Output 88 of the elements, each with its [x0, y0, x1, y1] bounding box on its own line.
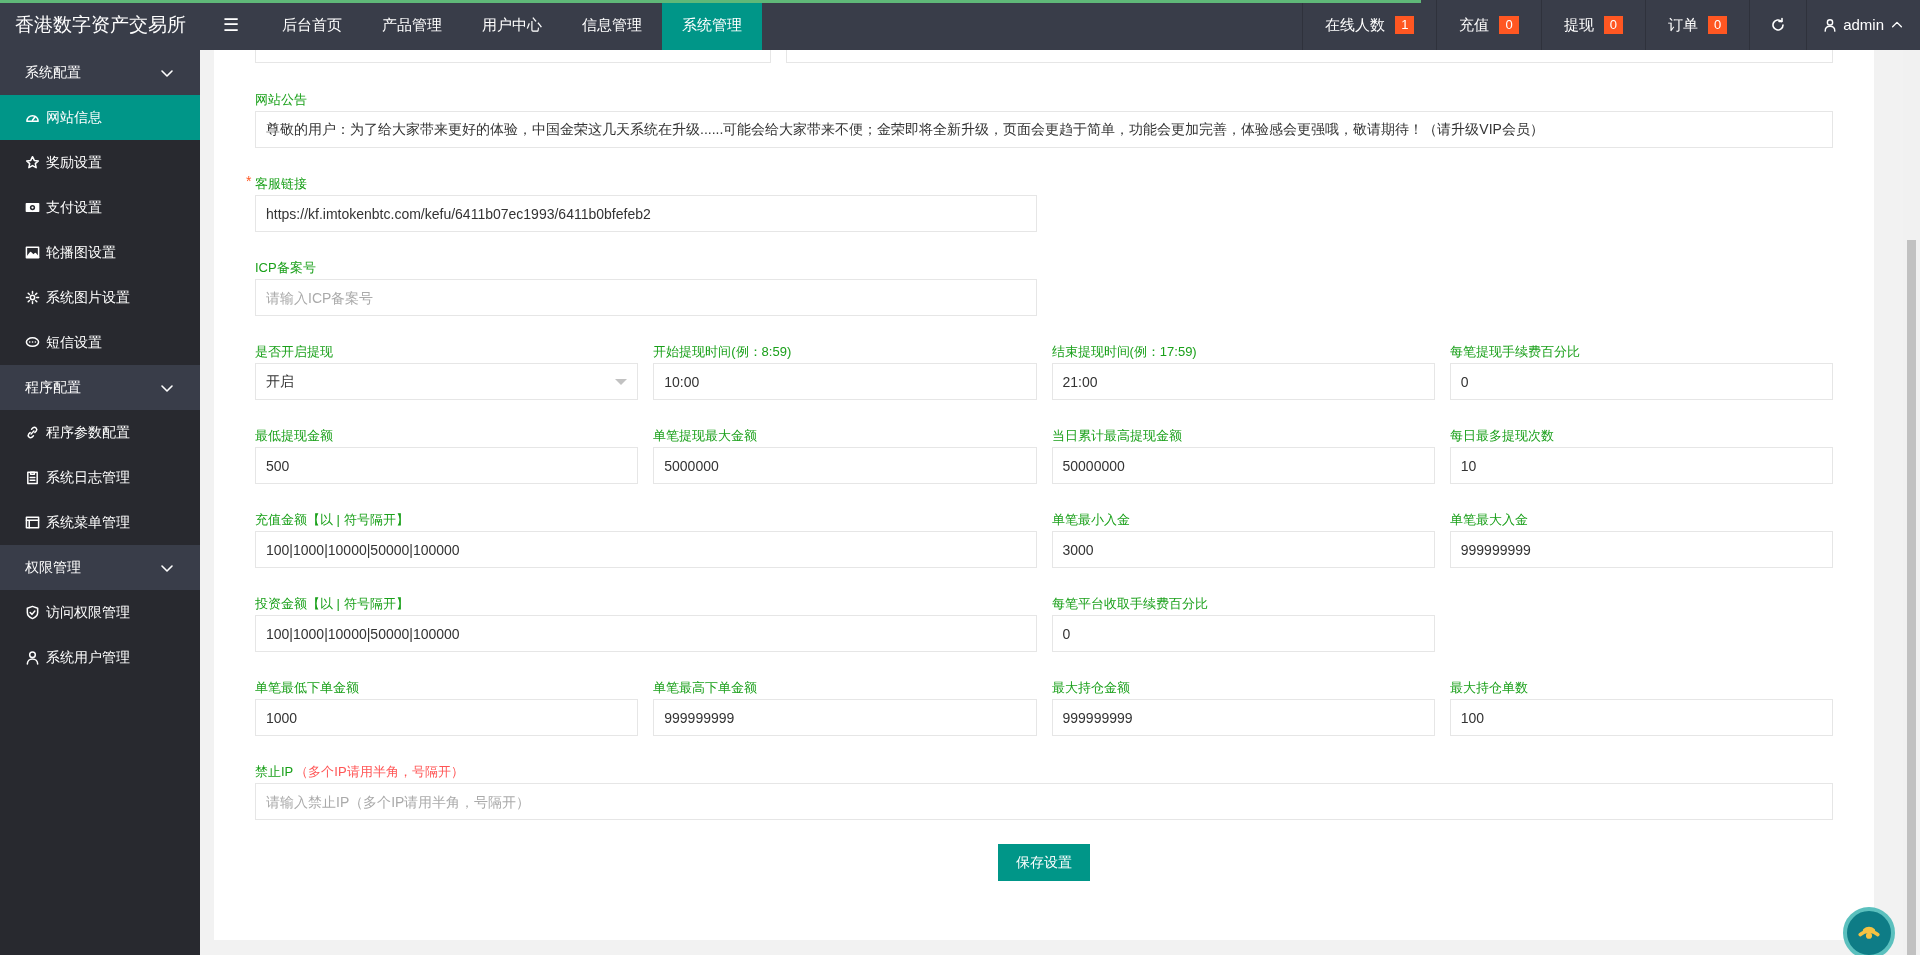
sidebar-item[interactable]: 系统菜单管理: [0, 500, 200, 545]
site-title: 香港数字资产交易所: [14, 12, 186, 37]
field-label: ICP备案号: [255, 259, 316, 278]
sidebar-item[interactable]: 系统图片设置: [0, 275, 200, 320]
field-label: 充值金额【以 | 符号隔开】: [255, 511, 409, 530]
sidebar-item[interactable]: 程序参数配置: [0, 410, 200, 455]
input-field[interactable]: 100|1000|10000|50000|100000: [255, 615, 1037, 652]
field-label: 每日最多提现次数: [1449, 427, 1554, 446]
input-field[interactable]: 请输入禁止IP（多个IP请用半角，号隔开）: [255, 783, 1833, 820]
field-label: 单笔最小入金: [1051, 511, 1130, 530]
field-label: 禁止IP: [255, 763, 294, 782]
input-field[interactable]: 5000000: [653, 447, 1037, 484]
counter-label[interactable]: 充值: [1459, 13, 1490, 37]
input-field[interactable]: 10: [1449, 447, 1833, 484]
sidebar-item[interactable]: 轮播图设置: [0, 230, 200, 275]
nav-tab[interactable]: 系统管理: [662, 0, 762, 50]
input-field[interactable]: 0: [1449, 363, 1833, 400]
user-icon: [25, 650, 40, 665]
input-field[interactable]: 21:00: [1051, 363, 1435, 400]
counter-label[interactable]: 提现: [1563, 13, 1594, 37]
shield-check-icon: [25, 605, 40, 620]
save-button[interactable]: 保存设置: [998, 844, 1090, 881]
gear-icon: [25, 290, 40, 305]
counter-label[interactable]: 订单: [1667, 13, 1698, 37]
count-badge: 0: [1499, 16, 1519, 34]
clipboard-icon: [25, 470, 40, 485]
counter-label[interactable]: 在线人数: [1325, 13, 1386, 37]
nav-tab[interactable]: 信息管理: [562, 0, 662, 50]
user-name[interactable]: admin: [1843, 13, 1884, 37]
input-field[interactable]: 1000: [255, 699, 639, 736]
input-field[interactable]: 100|1000|10000|50000|100000: [255, 531, 1037, 568]
refresh-icon: [1770, 17, 1787, 33]
sidebar-item[interactable]: 访问权限管理: [0, 590, 200, 635]
input-field[interactable]: 100: [1449, 699, 1833, 736]
select-field[interactable]: 开启: [255, 363, 639, 400]
field-hint: （多个IP请用半角，号隔开）: [295, 763, 464, 782]
sidebar-item[interactable]: 支付设置: [0, 185, 200, 230]
nav-tab[interactable]: 用户中心: [462, 0, 562, 50]
user-icon: [1823, 18, 1838, 32]
field-label: 结束提现时间(例：17:59): [1051, 343, 1197, 362]
sidebar-item[interactable]: 系统用户管理: [0, 635, 200, 680]
input-field[interactable]: 999999999: [1051, 699, 1435, 736]
required-mark: *: [246, 172, 252, 191]
banknote-icon: [25, 200, 40, 215]
nav-tab[interactable]: 后台首页: [262, 0, 362, 50]
sidebar-group[interactable]: 程序配置: [0, 365, 200, 410]
count-badge: 1: [1395, 16, 1415, 34]
star-icon: [25, 155, 40, 170]
sidebar-item[interactable]: 系统日志管理: [0, 455, 200, 500]
sidebar-group[interactable]: 权限管理: [0, 545, 200, 590]
sidebar-group[interactable]: 系统配置: [0, 50, 200, 95]
input-field[interactable]: 0: [1051, 615, 1435, 652]
field-label: 单笔最低下单金额: [255, 679, 359, 698]
input-field[interactable]: https://kf.imtokenbtc.com/kefu/6411b07ec1993/6411b0bfefeb2: [255, 195, 1037, 232]
field-label: 单笔最大入金: [1449, 511, 1528, 530]
input-field[interactable]: 999999999: [653, 699, 1037, 736]
input-field[interactable]: 3000: [1051, 531, 1435, 568]
count-badge: 0: [1707, 16, 1728, 34]
field-label: 客服链接: [255, 175, 307, 194]
sidebar-item[interactable]: 奖励设置: [0, 140, 200, 185]
link-icon: [25, 425, 40, 440]
field-label: 是否开启提现: [255, 343, 333, 362]
field-label: 每笔提现手续费百分比: [1449, 343, 1580, 362]
field-label: 最大持仓金额: [1051, 679, 1130, 698]
sidebar-item[interactable]: 短信设置: [0, 320, 200, 365]
field-label: 单笔提现最大金额: [653, 427, 758, 446]
field-label: 当日累计最高提现金额: [1051, 427, 1182, 446]
field-label: 最大持仓单数: [1449, 679, 1528, 698]
window-icon: [25, 515, 40, 530]
floating-button[interactable]: [1843, 907, 1895, 955]
chat-bubble-icon: [25, 335, 40, 350]
count-badge: 0: [1603, 16, 1623, 34]
field-label: 开始提现时间(例：8:59): [653, 343, 792, 362]
image-icon: [25, 245, 40, 260]
nav-tab[interactable]: 产品管理: [362, 0, 462, 50]
sidebar-item[interactable]: 网站信息: [0, 95, 200, 140]
input-field[interactable]: 500: [255, 447, 639, 484]
input-field[interactable]: 50000000: [1051, 447, 1435, 484]
field-label: 单笔最高下单金额: [653, 679, 758, 698]
input-field[interactable]: 请输入ICP备案号: [255, 279, 1037, 316]
menu-icon[interactable]: ☰: [200, 0, 262, 50]
field-label: 网站公告: [255, 91, 307, 110]
field-label: 每笔平台收取手续费百分比: [1051, 595, 1208, 614]
input-field[interactable]: 10:00: [653, 363, 1037, 400]
field-label: 投资金额【以 | 符号隔开】: [255, 595, 409, 614]
input-field[interactable]: 999999999: [1449, 531, 1833, 568]
field-label: 最低提现金额: [255, 427, 333, 446]
input-field[interactable]: 尊敬的用户：为了给大家带来更好的体验，中国金荣这几天系统在升级......可能会给大家带来不便；金荣即将全新升级，页面会更趋于简单，功能会更加完善，体验感会更强哦，敬请期待！（请升级VIP会员）: [255, 111, 1833, 148]
